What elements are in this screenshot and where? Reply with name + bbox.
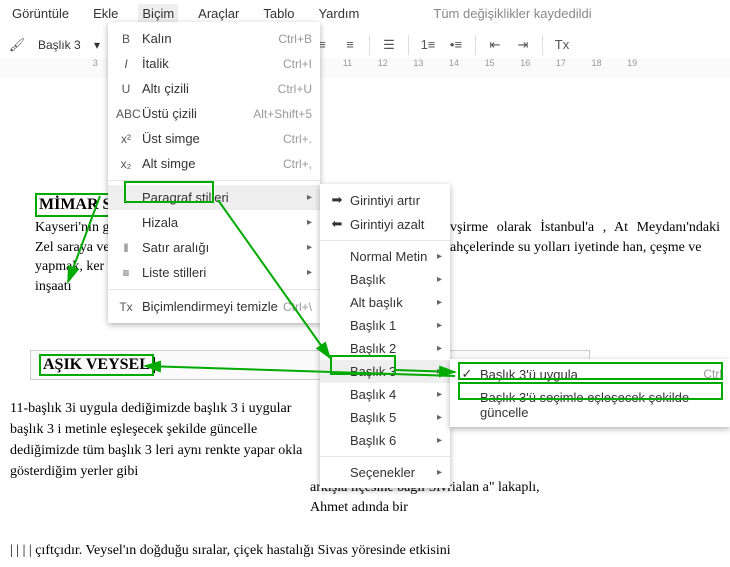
heading3-submenu: ✓Başlık 3'ü uygulaCtrlBaşlık 3'ü seçimle… xyxy=(450,359,730,427)
menu-item-biçimlendirmeyi-temizle[interactable]: TxBiçimlendirmeyi temizleCtrl+\ xyxy=(108,294,320,319)
body-text-3[interactable]: | | | | çıftçıdır. Veysel'ın doğduğu sır… xyxy=(10,543,510,559)
menu-yardim[interactable]: Yardım xyxy=(314,4,363,23)
submenu-item-başlık-3[interactable]: Başlık 3▸ xyxy=(320,360,450,383)
menu-item-satır-aralığı[interactable]: ‖Satır aralığı▸ xyxy=(108,235,320,260)
menu-item-üstü-çizili[interactable]: ABCÜstü çiziliAlt+Shift+5 xyxy=(108,101,320,126)
paragraph-styles-submenu: ➡Girintiyi artır⬅Girintiyi azalt Normal M… xyxy=(320,184,450,488)
submenu-item-alt-başlık[interactable]: Alt başlık▸ xyxy=(320,291,450,314)
align-justify-icon[interactable]: ≡ xyxy=(339,34,361,56)
menu-item-i̇talik[interactable]: IİtalikCtrl+I xyxy=(108,51,320,76)
submenu3-item[interactable]: ✓Başlık 3'ü uygulaCtrl xyxy=(450,362,730,386)
submenu-item-girintiyi-artır[interactable]: ➡Girintiyi artır xyxy=(320,188,450,212)
submenu-item-seçenekler[interactable]: Seçenekler▸ xyxy=(320,461,450,484)
instruction-note: 11-başlık 3i uygula dediğimizde başlık 3… xyxy=(10,398,310,482)
clear-format-icon[interactable]: Tx xyxy=(551,34,573,56)
submenu-item-normal-metin[interactable]: Normal Metin▸ xyxy=(320,245,450,268)
submenu-item-başlık-4[interactable]: Başlık 4▸ xyxy=(320,383,450,406)
indent-increase-icon[interactable]: ⇥ xyxy=(512,34,534,56)
menu-tablo[interactable]: Tablo xyxy=(259,4,298,23)
style-selector[interactable]: Başlık 3▾ xyxy=(34,36,104,54)
bulleted-list-icon[interactable]: •≡ xyxy=(445,34,467,56)
menu-ekle[interactable]: Ekle xyxy=(89,4,122,23)
save-status: Tüm değişiklikler kaydedildi xyxy=(429,4,595,23)
menu-item-alt-simge[interactable]: x₂Alt simgeCtrl+, xyxy=(108,151,320,176)
format-menu-dropdown: BKalınCtrl+BIİtalikCtrl+IUAltı çiziliCtr… xyxy=(108,22,320,323)
numbered-list-icon[interactable]: 1≡ xyxy=(417,34,439,56)
submenu-item-girintiyi-azalt[interactable]: ⬅Girintiyi azalt xyxy=(320,212,450,236)
submenu3-item[interactable]: Başlık 3'ü seçimle eşleşecek şekilde gün… xyxy=(450,386,730,424)
submenu-item-başlık[interactable]: Başlık▸ xyxy=(320,268,450,291)
submenu-item-başlık-1[interactable]: Başlık 1▸ xyxy=(320,314,450,337)
indent-decrease-icon[interactable]: ⇤ xyxy=(484,34,506,56)
menu-item-hizala[interactable]: Hizala▸ xyxy=(108,210,320,235)
heading-mimar[interactable]: MİMAR S xyxy=(35,193,115,217)
submenu-item-başlık-2[interactable]: Başlık 2▸ xyxy=(320,337,450,360)
menu-item-liste-stilleri[interactable]: ≡Liste stilleri▸ xyxy=(108,260,320,285)
heading-asik: AŞIK VEYSEL xyxy=(39,354,154,376)
paint-format-icon[interactable]: 🖌 xyxy=(6,34,28,56)
submenu-item-başlık-6[interactable]: Başlık 6▸ xyxy=(320,429,450,452)
submenu-item-başlık-5[interactable]: Başlık 5▸ xyxy=(320,406,450,429)
menu-item-üst-simge[interactable]: x²Üst simgeCtrl+. xyxy=(108,126,320,151)
menu-item-paragraf-stilleri[interactable]: Paragraf stilleri▸ xyxy=(108,185,320,210)
menu-bicim[interactable]: Biçim xyxy=(138,4,178,23)
menu-goruntule[interactable]: Görüntüle xyxy=(8,4,73,23)
menu-item-kalın[interactable]: BKalınCtrl+B xyxy=(108,26,320,51)
menu-item-altı-çizili[interactable]: UAltı çiziliCtrl+U xyxy=(108,76,320,101)
body-text-1-right[interactable]: vşirme olarak İstanbul'a , At Meydanı'nd… xyxy=(450,218,720,257)
line-spacing-icon[interactable]: ☰ xyxy=(378,34,400,56)
menu-araclar[interactable]: Araçlar xyxy=(194,4,243,23)
